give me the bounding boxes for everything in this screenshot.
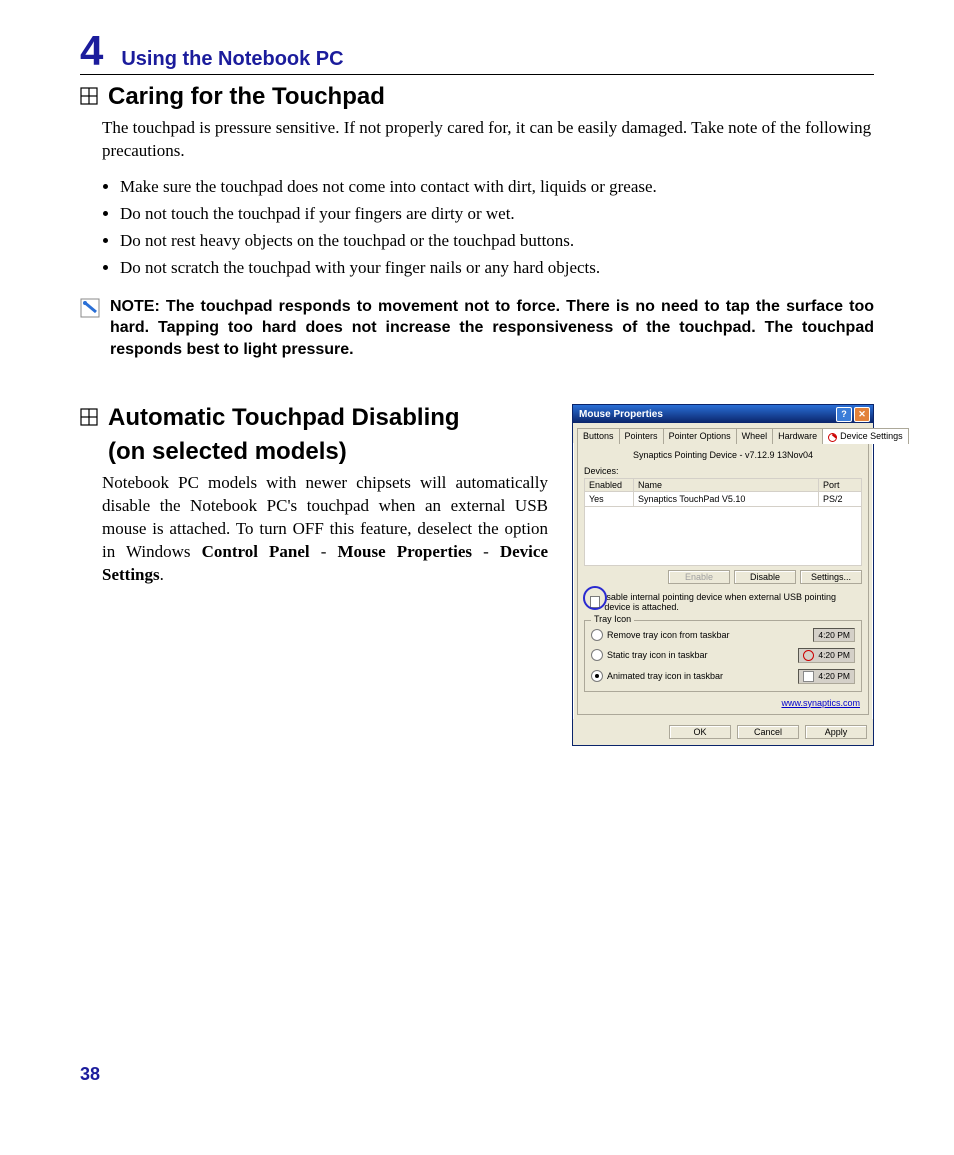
radio-label: Remove tray icon from taskbar — [607, 630, 730, 640]
dialog-titlebar[interactable]: Mouse Properties ? ✕ — [573, 405, 873, 423]
cell-port: PS/2 — [819, 491, 862, 506]
tray-legend: Tray Icon — [591, 614, 634, 624]
sep: - — [310, 542, 338, 561]
disable-internal-checkbox[interactable] — [590, 596, 600, 608]
mouse-properties-dialog: Mouse Properties ? ✕ Buttons Pointers Po… — [572, 404, 874, 745]
tab-wheel[interactable]: Wheel — [736, 428, 774, 443]
settings-button[interactable]: Settings... — [800, 570, 862, 584]
tab-hardware[interactable]: Hardware — [772, 428, 823, 443]
page-number: 38 — [80, 1064, 100, 1085]
list-item: Make sure the touchpad does not come int… — [120, 173, 874, 200]
tab-buttons[interactable]: Buttons — [577, 428, 620, 443]
list-item: Do not touch the touchpad if your finger… — [120, 200, 874, 227]
section2-body: Notebook PC models with newer chipsets w… — [102, 472, 548, 587]
precautions-list: Make sure the touchpad does not come int… — [102, 173, 874, 282]
radio-static-tray[interactable] — [591, 649, 603, 661]
synaptics-icon — [803, 650, 814, 661]
tab-pointer-options[interactable]: Pointer Options — [663, 428, 737, 443]
dialog-title: Mouse Properties — [579, 409, 663, 420]
chapter-header: 4 Using the Notebook PC — [80, 30, 874, 75]
bold-mouse-properties: Mouse Properties — [338, 542, 472, 561]
cell-name: Synaptics TouchPad V5.10 — [634, 491, 819, 506]
enable-button[interactable]: Enable — [668, 570, 730, 584]
section-title-auto-line1: Automatic Touchpad Disabling — [108, 404, 460, 432]
grid-icon — [80, 408, 98, 426]
col-name: Name — [634, 478, 819, 491]
devices-table: Enabled Name Port Yes Synaptics TouchPad… — [584, 478, 862, 566]
radio-label: Static tray icon in taskbar — [607, 650, 708, 660]
cell-enabled: Yes — [585, 491, 634, 506]
ok-button[interactable]: OK — [669, 725, 731, 739]
bold-control-panel: Control Panel — [202, 542, 310, 561]
driver-version-text: Synaptics Pointing Device - v7.12.9 13No… — [584, 450, 862, 460]
tray-icon-group: Tray Icon Remove tray icon from taskbar … — [584, 620, 862, 692]
tray-sample: 4:20 PM — [798, 648, 855, 663]
disable-button[interactable]: Disable — [734, 570, 796, 584]
table-row[interactable]: Yes Synaptics TouchPad V5.10 PS/2 — [585, 491, 862, 506]
dialog-tabs: Buttons Pointers Pointer Options Wheel H… — [573, 423, 873, 442]
list-item: Do not scratch the touchpad with your fi… — [120, 254, 874, 281]
note-text: The touchpad responds to movement not to… — [110, 298, 874, 358]
list-item: Do not rest heavy objects on the touchpa… — [120, 227, 874, 254]
close-button[interactable]: ✕ — [854, 407, 870, 422]
tab-pointers[interactable]: Pointers — [619, 428, 664, 443]
tab-device-settings[interactable]: Device Settings — [822, 428, 909, 443]
checkbox-label: isable internal pointing device when ext… — [604, 592, 862, 612]
section1-intro: The touchpad is pressure sensitive. If n… — [102, 117, 874, 163]
grid-icon — [80, 87, 98, 105]
sep: - — [472, 542, 500, 561]
col-port: Port — [819, 478, 862, 491]
note-label: NOTE: — [110, 298, 166, 315]
tray-sample: 4:20 PM — [798, 669, 855, 684]
touchpad-icon — [803, 671, 814, 682]
radio-label: Animated tray icon in taskbar — [607, 671, 723, 681]
synaptics-link[interactable]: www.synaptics.com — [584, 698, 860, 708]
chapter-title: Using the Notebook PC — [121, 48, 343, 71]
col-enabled: Enabled — [585, 478, 634, 491]
chapter-number: 4 — [80, 30, 103, 72]
tray-sample: 4:20 PM — [813, 628, 855, 642]
tail: . — [160, 565, 164, 584]
devices-label: Devices: — [584, 466, 862, 476]
radio-remove-tray[interactable] — [591, 629, 603, 641]
radio-animated-tray[interactable] — [591, 670, 603, 682]
help-button[interactable]: ? — [836, 407, 852, 422]
note-block: NOTE: The touchpad responds to movement … — [80, 296, 874, 361]
apply-button[interactable]: Apply — [805, 725, 867, 739]
section-title-auto-line2: (on selected models) — [108, 438, 460, 466]
synaptics-icon — [828, 433, 837, 442]
note-icon — [80, 298, 100, 318]
cancel-button[interactable]: Cancel — [737, 725, 799, 739]
section-title-caring: Caring for the Touchpad — [108, 83, 385, 111]
